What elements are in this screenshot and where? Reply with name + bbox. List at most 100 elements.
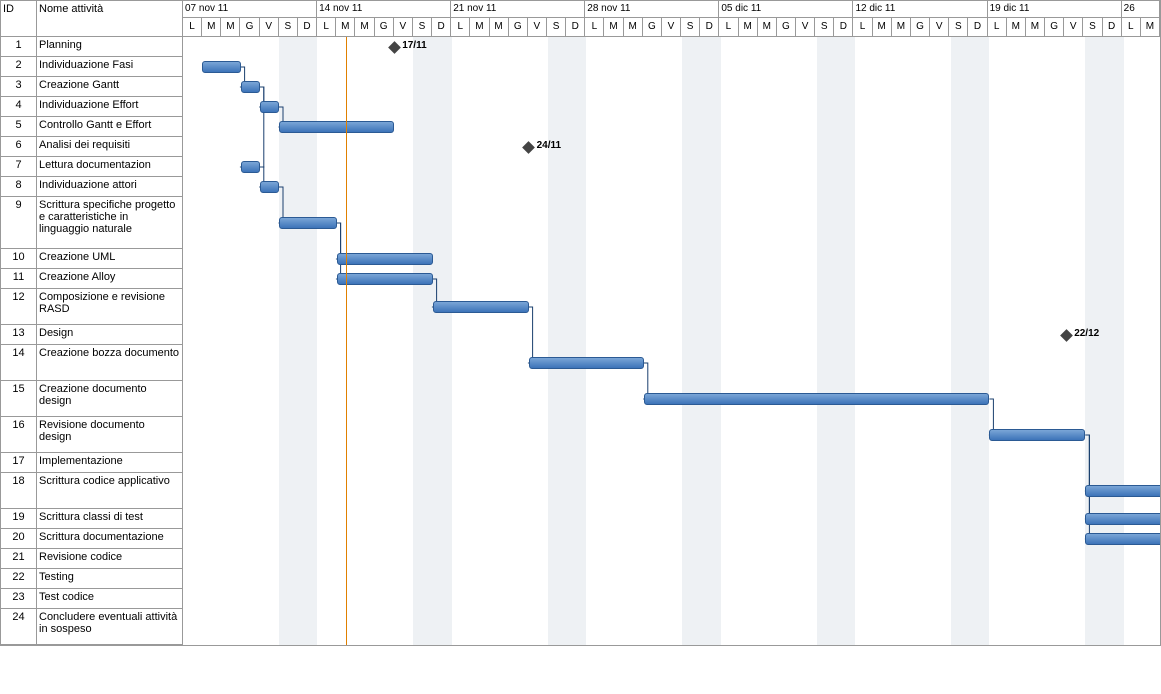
gantt-bar[interactable] xyxy=(989,429,1085,441)
gantt-bar[interactable] xyxy=(241,81,260,93)
task-row[interactable]: 15Creazione documento design xyxy=(1,381,182,417)
day-label: L xyxy=(719,18,738,36)
day-label: M xyxy=(336,18,355,36)
gantt-bar[interactable] xyxy=(1085,533,1160,545)
gantt-bar[interactable] xyxy=(279,121,394,133)
day-label: S xyxy=(1083,18,1102,36)
gantt-bar[interactable] xyxy=(337,273,433,285)
task-name: Individuazione attori xyxy=(37,177,182,196)
task-id: 19 xyxy=(1,509,37,528)
task-row[interactable]: 7Lettura documentazion xyxy=(1,157,182,177)
task-name: Implementazione xyxy=(37,453,182,472)
task-row[interactable]: 6Analisi dei requisiti xyxy=(1,137,182,157)
day-label: G xyxy=(911,18,930,36)
task-name: Lettura documentazion xyxy=(37,157,182,176)
task-row[interactable]: 16Revisione documento design xyxy=(1,417,182,453)
gantt-bar[interactable] xyxy=(202,61,240,73)
task-row[interactable]: 22Testing xyxy=(1,569,182,589)
gantt-bar[interactable] xyxy=(337,253,433,265)
day-label: G xyxy=(643,18,662,36)
dependency-arrow xyxy=(337,223,341,279)
timeline-header: 07 nov 1114 nov 1121 nov 1128 nov 1105 d… xyxy=(183,1,1160,37)
day-label: D xyxy=(834,18,853,36)
task-id: 8 xyxy=(1,177,37,196)
week-label: 14 nov 11 xyxy=(317,1,451,17)
day-label: G xyxy=(375,18,394,36)
milestone-icon xyxy=(388,41,401,54)
task-row[interactable]: 5Controllo Gantt e Effort xyxy=(1,117,182,137)
day-label: D xyxy=(700,18,719,36)
task-name: Scrittura specifiche progetto e caratter… xyxy=(37,197,182,248)
task-id: 24 xyxy=(1,609,37,644)
day-label: V xyxy=(796,18,815,36)
task-name: Creazione UML xyxy=(37,249,182,268)
task-row[interactable]: 3Creazione Gantt xyxy=(1,77,182,97)
task-id: 12 xyxy=(1,289,37,324)
task-id: 2 xyxy=(1,57,37,76)
day-row: LMMGVSDLMMGVSDLMMGVSDLMMGVSDLMMGVSDLMMGV… xyxy=(183,18,1160,36)
gantt-bar[interactable] xyxy=(241,161,260,173)
task-row[interactable]: 8Individuazione attori xyxy=(1,177,182,197)
day-label: M xyxy=(355,18,374,36)
task-id: 5 xyxy=(1,117,37,136)
task-row[interactable]: 11Creazione Alloy xyxy=(1,269,182,289)
week-label: 07 nov 11 xyxy=(183,1,317,17)
gantt-bar[interactable] xyxy=(279,217,337,229)
day-label: V xyxy=(528,18,547,36)
task-row[interactable]: 2Individuazione Fasi xyxy=(1,57,182,77)
day-label: G xyxy=(1045,18,1064,36)
task-row[interactable]: 10Creazione UML xyxy=(1,249,182,269)
day-label: M xyxy=(490,18,509,36)
today-line xyxy=(346,37,347,645)
task-name: Individuazione Effort xyxy=(37,97,182,116)
task-row[interactable]: 18Scrittura codice applicativo xyxy=(1,473,182,509)
day-label: M xyxy=(1026,18,1045,36)
day-label: M xyxy=(202,18,221,36)
task-row[interactable]: 20Scrittura documentazione xyxy=(1,529,182,549)
chart-body: 17/1124/1122/12 xyxy=(183,37,1160,645)
milestone-label: 22/12 xyxy=(1074,328,1099,339)
gantt-bar[interactable] xyxy=(529,357,644,369)
day-label: V xyxy=(260,18,279,36)
task-row[interactable]: 24Concludere eventuali attività in sospe… xyxy=(1,609,182,645)
day-label: M xyxy=(892,18,911,36)
gantt-bar[interactable] xyxy=(433,301,529,313)
task-row[interactable]: 14Creazione bozza documento xyxy=(1,345,182,381)
gantt-chart: ID Nome attività 1Planning2Individuazion… xyxy=(0,0,1161,646)
gantt-bar[interactable] xyxy=(644,393,990,405)
task-row[interactable]: 19Scrittura classi di test xyxy=(1,509,182,529)
week-label: 19 dic 11 xyxy=(988,1,1122,17)
weekend-stripe xyxy=(836,37,855,645)
dependency-arrow xyxy=(529,307,533,363)
day-label: D xyxy=(566,18,585,36)
gantt-bar[interactable] xyxy=(1085,513,1160,525)
header-id: ID xyxy=(1,1,37,36)
day-label: S xyxy=(413,18,432,36)
task-name: Design xyxy=(37,325,182,344)
task-row[interactable]: 4Individuazione Effort xyxy=(1,97,182,117)
milestone-label: 17/11 xyxy=(402,40,426,51)
day-label: M xyxy=(873,18,892,36)
task-id: 3 xyxy=(1,77,37,96)
weekend-stripe xyxy=(951,37,970,645)
weekend-stripe xyxy=(970,37,989,645)
day-label: D xyxy=(1103,18,1122,36)
task-name: Scrittura documentazione xyxy=(37,529,182,548)
task-row[interactable]: 1Planning xyxy=(1,37,182,57)
task-row[interactable]: 23Test codice xyxy=(1,589,182,609)
task-row[interactable]: 17Implementazione xyxy=(1,453,182,473)
task-row[interactable]: 12Composizione e revisione RASD xyxy=(1,289,182,325)
task-id: 20 xyxy=(1,529,37,548)
weekend-stripe xyxy=(1085,37,1104,645)
week-label: 26 xyxy=(1122,1,1160,17)
task-row[interactable]: 13Design xyxy=(1,325,182,345)
gantt-bar[interactable] xyxy=(1085,485,1160,497)
task-name: Creazione documento design xyxy=(37,381,182,416)
weekend-stripe xyxy=(433,37,452,645)
task-id: 23 xyxy=(1,589,37,608)
task-name: Concludere eventuali attività in sospeso xyxy=(37,609,182,644)
task-row[interactable]: 9Scrittura specifiche progetto e caratte… xyxy=(1,197,182,249)
gantt-bar[interactable] xyxy=(260,101,279,113)
gantt-bar[interactable] xyxy=(260,181,279,193)
task-row[interactable]: 21Revisione codice xyxy=(1,549,182,569)
